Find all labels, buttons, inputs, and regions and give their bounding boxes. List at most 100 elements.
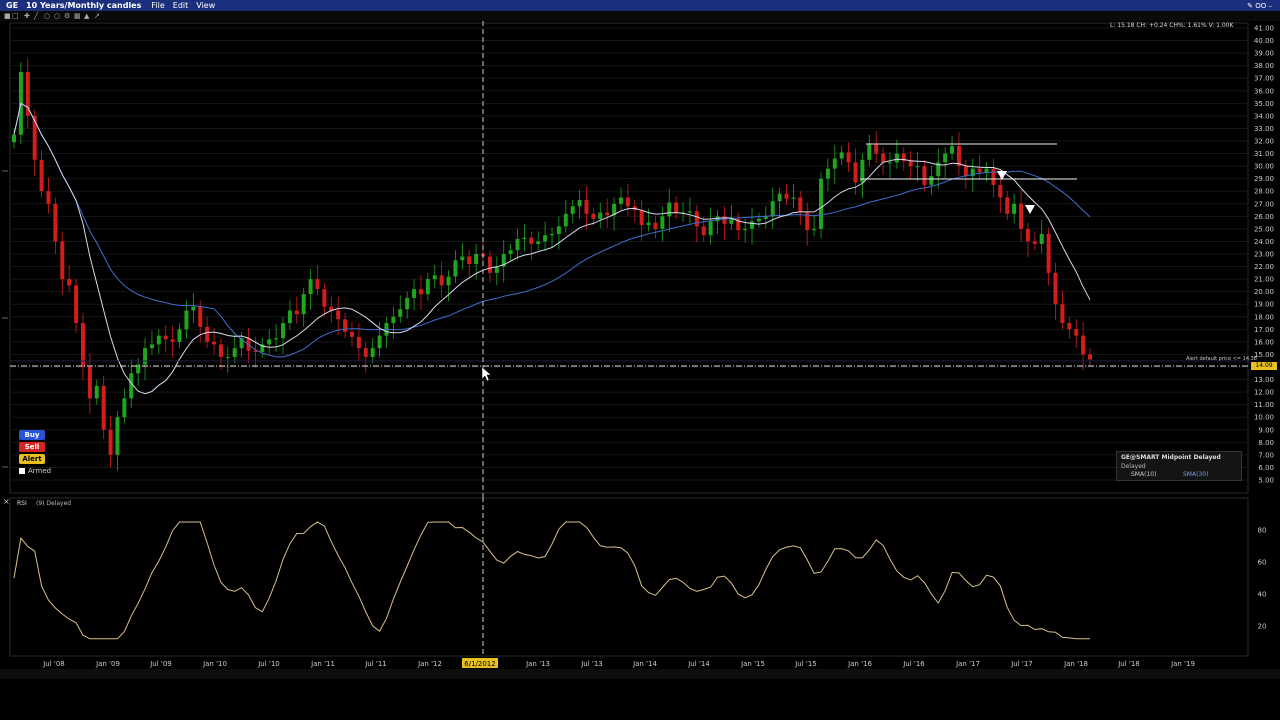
candle-body — [115, 417, 120, 455]
price-tick-label: 22.00 — [1254, 263, 1274, 271]
layout-icon[interactable]: ▦ — [74, 12, 81, 20]
candle-body — [412, 289, 417, 298]
time-tick-label: Jan '18 — [1063, 660, 1088, 668]
window-icon[interactable]: □ — [12, 12, 19, 20]
candle-body — [177, 329, 182, 342]
time-tick-label: Jul '17 — [1010, 660, 1033, 668]
price-tick-label: 20.00 — [1254, 288, 1274, 296]
price-tick-label: 11.00 — [1254, 401, 1274, 409]
armed-label: Armed — [28, 467, 52, 475]
time-tick-label: Jul '15 — [794, 660, 817, 668]
price-tick-label: 21.00 — [1254, 276, 1274, 284]
sell-arrow-marker — [1025, 205, 1035, 214]
candle-body — [205, 326, 210, 342]
price-tick-label: 8.00 — [1258, 439, 1274, 447]
candle-body — [156, 335, 161, 345]
candle-body — [543, 235, 548, 242]
menu-file[interactable]: File — [151, 1, 164, 10]
zoom-in-icon[interactable]: ○ — [44, 12, 50, 20]
chart-period-selector[interactable]: 10 Years/Monthly candles — [26, 1, 141, 10]
alert-button[interactable]: Alert — [19, 454, 45, 464]
candle-body — [784, 193, 789, 199]
window-controls[interactable]: ✎ OO – — [1247, 2, 1272, 10]
pointer-icon[interactable]: ↗ — [94, 12, 100, 20]
candle-body — [915, 166, 920, 168]
sma10-line — [13, 102, 1091, 395]
title-bar: GE 10 Years/Monthly candles File Edit Vi… — [0, 0, 1280, 11]
candle-body — [853, 162, 858, 183]
checkbox-icon[interactable] — [19, 468, 25, 474]
candle-body — [591, 213, 596, 219]
candle-body — [508, 250, 513, 254]
menu-view[interactable]: View — [196, 1, 215, 10]
rsi-series-label: (9) Delayed — [36, 500, 72, 507]
settings-icon[interactable]: ⚙ — [64, 12, 70, 20]
price-tick-label: 12.00 — [1254, 389, 1274, 397]
price-chart[interactable]: 41.00 40.00 39.00 38.00 37.00 36.00 35.00 34.00… — [0, 21, 1280, 497]
candle-body — [163, 335, 168, 340]
price-tick-label: 17.00 — [1254, 326, 1274, 334]
candle-body — [267, 339, 272, 345]
candle-body — [1081, 335, 1086, 355]
candle-body — [625, 197, 630, 207]
draw-tool-icon[interactable]: ✚ — [24, 12, 30, 20]
buy-button[interactable]: Buy — [19, 430, 45, 440]
legend-sma30[interactable]: SMA(30) — [1183, 471, 1208, 478]
price-tick-label: 39.00 — [1254, 50, 1274, 58]
time-tick-label: Jul '14 — [687, 660, 710, 668]
candle-body — [777, 193, 782, 202]
line-tool-icon[interactable]: ╱ — [34, 12, 38, 20]
time-axis[interactable]: Jul '08 Jan '09 Jul '09 Jan '10 Jul '10 Jan '… — [0, 657, 1280, 669]
close-rsi-icon[interactable]: × — [3, 497, 10, 506]
sell-button[interactable]: Sell — [19, 442, 45, 452]
candle-body — [729, 218, 734, 224]
candle-body — [598, 212, 603, 219]
candle-body — [977, 168, 982, 173]
candle-body — [356, 336, 361, 349]
price-tick-label: 30.00 — [1254, 163, 1274, 171]
armed-checkbox[interactable]: Armed — [19, 467, 51, 475]
candle-body — [474, 254, 479, 265]
chart-legend: GE@SMART Midpoint Delayed Delayed SMA(10… — [1116, 451, 1242, 481]
price-tick-label: 18.00 — [1254, 313, 1274, 321]
candle-body — [750, 221, 755, 229]
candle-body — [94, 385, 99, 399]
price-tick-label: 9.00 — [1258, 426, 1274, 434]
alert-price-tag[interactable]: 14.09 — [1251, 362, 1277, 370]
candle-body — [287, 310, 292, 324]
candle-body — [819, 178, 823, 229]
time-tick-label: Jul '11 — [364, 660, 387, 668]
rsi-tick-label: 60 — [1258, 559, 1267, 567]
rsi-chart[interactable]: 80 60 40 20 — [0, 497, 1280, 657]
candle-body — [149, 344, 154, 349]
time-tick-label: Jan '11 — [310, 660, 335, 668]
legend-sma10[interactable]: SMA(10) — [1131, 471, 1156, 478]
candle-body — [812, 228, 817, 231]
candle-body — [584, 200, 589, 214]
price-tick-label: 32.00 — [1254, 138, 1274, 146]
candle-body — [225, 356, 230, 358]
alert-price-label: Alert default price <= 14.38 — [1186, 356, 1257, 362]
time-scrollbar[interactable] — [0, 669, 1280, 679]
price-tick-label: 27.00 — [1254, 200, 1274, 208]
text-tool-icon[interactable]: ▲ — [84, 12, 89, 20]
rsi-tick-label: 20 — [1258, 623, 1267, 631]
candle-body — [1088, 354, 1092, 360]
price-readout: L: 15.18 CH: +0.24 CH%: 1.61% V: 1.00K — [1110, 22, 1234, 29]
candle-body — [522, 237, 527, 239]
candle-body — [950, 146, 955, 154]
candle-body — [674, 202, 679, 213]
candle-body — [198, 306, 203, 327]
zoom-out-icon[interactable]: ○ — [54, 12, 60, 20]
candle-body — [1067, 323, 1072, 330]
menu-edit[interactable]: Edit — [173, 1, 189, 10]
rsi-tick-label: 40 — [1258, 591, 1267, 599]
price-tick-label: 34.00 — [1254, 112, 1274, 120]
price-tick-label: 41.00 — [1254, 25, 1274, 33]
candle-body — [80, 323, 85, 367]
price-tick-label: 29.00 — [1254, 175, 1274, 183]
legend-title: GE@SMART Midpoint Delayed — [1121, 454, 1221, 461]
symbol-selector[interactable]: GE — [6, 1, 18, 10]
rsi-tick-label: 80 — [1258, 527, 1267, 535]
detach-icon[interactable]: ■ — [4, 12, 11, 20]
